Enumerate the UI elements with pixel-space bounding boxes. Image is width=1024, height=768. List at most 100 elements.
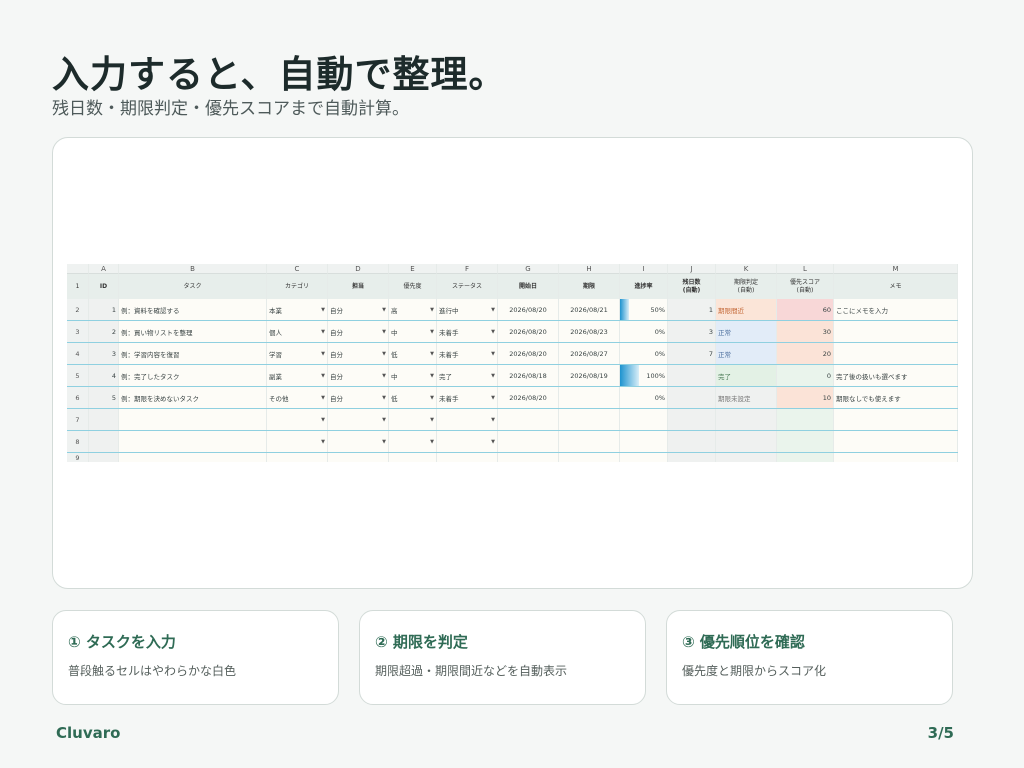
- dropdown-arrow-icon[interactable]: ▼: [430, 373, 434, 379]
- header-cell-due[interactable]: 期限: [559, 274, 620, 299]
- empty-cell[interactable]: [716, 431, 777, 452]
- header-cell-start[interactable]: 開始日: [498, 274, 559, 299]
- cell-progress[interactable]: 50%: [620, 299, 668, 320]
- column-header[interactable]: G: [498, 264, 559, 274]
- cell-task[interactable]: 例：期限を決めないタスク: [119, 387, 267, 408]
- header-cell-score[interactable]: 優先スコア (自動): [777, 274, 834, 299]
- empty-cell[interactable]: [89, 453, 119, 462]
- cell-priority[interactable]: 高 ▼: [389, 299, 437, 320]
- cell-due-date[interactable]: 2026/08/23: [559, 321, 620, 342]
- empty-cell[interactable]: [498, 431, 559, 452]
- header-cell-status[interactable]: ステータス: [437, 274, 498, 299]
- cell-priority[interactable]: 低 ▼: [389, 343, 437, 364]
- column-header[interactable]: C: [267, 264, 328, 274]
- empty-cell[interactable]: [834, 453, 958, 462]
- empty-cell[interactable]: [559, 431, 620, 452]
- cell-progress[interactable]: 0%: [620, 387, 668, 408]
- dropdown-arrow-icon[interactable]: ▼: [430, 351, 434, 357]
- empty-cell[interactable]: [389, 453, 437, 462]
- cell-priority-score[interactable]: 60: [777, 299, 834, 320]
- row-number[interactable]: 7: [67, 409, 89, 430]
- cell-due-date[interactable]: 2026/08/21: [559, 299, 620, 320]
- cell-start-date[interactable]: 2026/08/20: [498, 299, 559, 320]
- empty-cell[interactable]: ▼: [437, 409, 498, 430]
- cell-due-judge[interactable]: 期限未設定: [716, 387, 777, 408]
- header-cell-judge[interactable]: 期限判定 (自動): [716, 274, 777, 299]
- column-header[interactable]: M: [834, 264, 958, 274]
- cell-task[interactable]: 例：完了したタスク: [119, 365, 267, 386]
- dropdown-arrow-icon[interactable]: ▼: [382, 329, 386, 335]
- header-cell-memo[interactable]: メモ: [834, 274, 958, 299]
- empty-cell[interactable]: [777, 409, 834, 430]
- cell-category[interactable]: 個人 ▼: [267, 321, 328, 342]
- empty-cell[interactable]: [834, 431, 958, 452]
- empty-cell[interactable]: [777, 431, 834, 452]
- corner-cell[interactable]: [67, 264, 89, 274]
- dropdown-arrow-icon[interactable]: ▼: [321, 351, 325, 357]
- dropdown-arrow-icon[interactable]: ▼: [491, 417, 495, 423]
- cell-progress[interactable]: 0%: [620, 321, 668, 342]
- cell-owner[interactable]: 自分 ▼: [328, 343, 389, 364]
- header-cell-owner[interactable]: 担当: [328, 274, 389, 299]
- dropdown-arrow-icon[interactable]: ▼: [491, 395, 495, 401]
- cell-priority[interactable]: 中 ▼: [389, 321, 437, 342]
- header-cell-category[interactable]: カテゴリ: [267, 274, 328, 299]
- cell-priority-score[interactable]: 30: [777, 321, 834, 342]
- empty-cell[interactable]: [668, 409, 716, 430]
- cell-days-left[interactable]: 7: [668, 343, 716, 364]
- dropdown-arrow-icon[interactable]: ▼: [491, 307, 495, 313]
- dropdown-arrow-icon[interactable]: ▼: [321, 329, 325, 335]
- cell-owner[interactable]: 自分 ▼: [328, 365, 389, 386]
- empty-cell[interactable]: [89, 409, 119, 430]
- cell-start-date[interactable]: 2026/08/18: [498, 365, 559, 386]
- cell-due-judge[interactable]: 正常: [716, 343, 777, 364]
- column-header[interactable]: L: [777, 264, 834, 274]
- empty-cell[interactable]: [716, 409, 777, 430]
- empty-cell[interactable]: [668, 453, 716, 462]
- cell-due-judge[interactable]: 正常: [716, 321, 777, 342]
- cell-task[interactable]: 例：買い物リストを整理: [119, 321, 267, 342]
- header-cell-priority[interactable]: 優先度: [389, 274, 437, 299]
- empty-cell[interactable]: [620, 453, 668, 462]
- cell-task[interactable]: 例：資料を確認する: [119, 299, 267, 320]
- cell-category[interactable]: 学習 ▼: [267, 343, 328, 364]
- dropdown-arrow-icon[interactable]: ▼: [491, 329, 495, 335]
- cell-status[interactable]: 完了 ▼: [437, 365, 498, 386]
- cell-progress[interactable]: 0%: [620, 343, 668, 364]
- dropdown-arrow-icon[interactable]: ▼: [321, 373, 325, 379]
- cell-days-left[interactable]: [668, 387, 716, 408]
- empty-cell[interactable]: [777, 453, 834, 462]
- row-number[interactable]: 5: [67, 365, 89, 386]
- dropdown-arrow-icon[interactable]: ▼: [321, 417, 325, 423]
- cell-status[interactable]: 未着手 ▼: [437, 387, 498, 408]
- column-header[interactable]: J: [668, 264, 716, 274]
- row-number[interactable]: 2: [67, 299, 89, 320]
- empty-cell[interactable]: [498, 409, 559, 430]
- cell-due-date[interactable]: 2026/08/27: [559, 343, 620, 364]
- cell-id[interactable]: 1: [89, 299, 119, 320]
- cell-owner[interactable]: 自分 ▼: [328, 387, 389, 408]
- cell-start-date[interactable]: 2026/08/20: [498, 321, 559, 342]
- column-header[interactable]: A: [89, 264, 119, 274]
- cell-start-date[interactable]: 2026/08/20: [498, 387, 559, 408]
- dropdown-arrow-icon[interactable]: ▼: [382, 373, 386, 379]
- cell-due-date[interactable]: 2026/08/19: [559, 365, 620, 386]
- dropdown-arrow-icon[interactable]: ▼: [430, 329, 434, 335]
- header-cell-progress[interactable]: 進捗率: [620, 274, 668, 299]
- empty-cell[interactable]: ▼: [267, 431, 328, 452]
- cell-days-left[interactable]: 1: [668, 299, 716, 320]
- dropdown-arrow-icon[interactable]: ▼: [382, 351, 386, 357]
- empty-cell[interactable]: ▼: [328, 409, 389, 430]
- empty-cell[interactable]: [328, 453, 389, 462]
- dropdown-arrow-icon[interactable]: ▼: [321, 439, 325, 445]
- row-number[interactable]: 4: [67, 343, 89, 364]
- cell-memo[interactable]: [834, 321, 958, 342]
- cell-category[interactable]: 副業 ▼: [267, 365, 328, 386]
- empty-cell[interactable]: [716, 453, 777, 462]
- column-header[interactable]: E: [389, 264, 437, 274]
- empty-cell[interactable]: [668, 431, 716, 452]
- row-number[interactable]: 1: [67, 274, 89, 299]
- cell-memo[interactable]: ここにメモを入力: [834, 299, 958, 320]
- cell-start-date[interactable]: 2026/08/20: [498, 343, 559, 364]
- empty-cell[interactable]: [620, 409, 668, 430]
